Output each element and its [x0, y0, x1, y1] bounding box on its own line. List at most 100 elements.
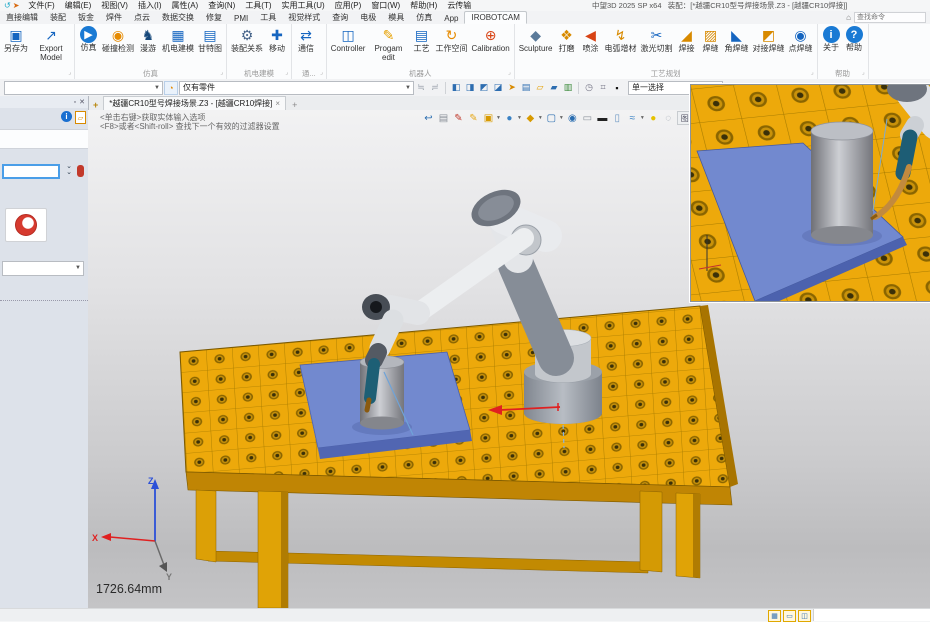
group-expand-icon[interactable]: ⌟ — [220, 68, 223, 78]
list-filter-icon[interactable]: ▤ — [520, 82, 532, 94]
spray-button[interactable]: ◀喷涂 — [579, 25, 603, 54]
chevron-down-icon[interactable]: ▼ — [538, 115, 543, 121]
cloud-view-icon[interactable]: ≈ — [626, 112, 639, 125]
face-filter-icon[interactable]: ◩ — [478, 82, 490, 94]
mic-icon[interactable] — [77, 165, 84, 177]
command-search-input[interactable] — [854, 12, 926, 23]
tab-weldment[interactable]: 焊件 — [100, 11, 128, 24]
snapshot-icon[interactable]: ▢ — [545, 112, 558, 125]
help-button[interactable]: ?帮助 — [843, 25, 866, 53]
menu-applications[interactable]: 应用(P) — [330, 0, 367, 11]
controller-button[interactable]: ◫Controller — [329, 25, 368, 54]
info-icon[interactable]: i — [61, 111, 72, 122]
edge-filter-icon[interactable]: ◨ — [464, 82, 476, 94]
vertex-filter-icon[interactable]: ◧ — [450, 82, 462, 94]
exit-icon[interactable]: ↩ — [422, 112, 435, 125]
export-model-button[interactable]: ↗Export Model — [30, 25, 72, 62]
close-icon[interactable]: × — [275, 99, 280, 108]
printer-icon[interactable]: ▤ — [437, 112, 450, 125]
part-filter-icon[interactable]: ◔ — [164, 81, 178, 95]
tab-direct-edit[interactable]: 直接编辑 — [0, 11, 44, 24]
panel-minimize-icon[interactable]: ▫ — [74, 99, 76, 106]
tab-repair[interactable]: 修复 — [200, 11, 228, 24]
welding-torch[interactable] — [367, 364, 374, 410]
new-document-icon[interactable]: + — [286, 100, 303, 110]
gantt-button[interactable]: ▤甘特图 — [196, 25, 224, 54]
tab-data-exchange[interactable]: 数据交换 — [156, 11, 200, 24]
tab-irobotcam[interactable]: IROBOTCAM — [464, 11, 526, 24]
calibration-button[interactable]: ⊕Calibration — [469, 25, 511, 54]
view-cube-icon[interactable]: ▣ — [482, 112, 495, 125]
simulate-button[interactable]: ▶仿真 — [77, 25, 100, 53]
pick-arrow-icon[interactable]: ➤ — [506, 82, 518, 94]
panel-dropdown[interactable]: ▼ — [2, 261, 84, 276]
tab-mold[interactable]: 模具 — [382, 11, 410, 24]
document-icon[interactable]: ▱ — [75, 111, 86, 124]
color-swatch-icon[interactable]: ▪ — [611, 82, 623, 94]
menu-utilities[interactable]: 实用工具(U) — [277, 0, 330, 11]
app-cursor-icon[interactable]: ➤ — [13, 1, 20, 11]
new-document-icon[interactable]: + — [88, 100, 103, 110]
pip-window[interactable] — [690, 84, 930, 302]
group-expand-icon[interactable]: ⌟ — [68, 68, 71, 78]
red-pen-icon[interactable]: ✎ — [452, 112, 465, 125]
body-filter-icon[interactable]: ◪ — [492, 82, 504, 94]
history-clock-icon[interactable]: ◷ — [583, 82, 595, 94]
communication-button[interactable]: ⇄通信 — [294, 25, 318, 54]
group-expand-icon[interactable]: ⌟ — [508, 68, 511, 78]
assembly-relation-button[interactable]: ⚙装配关系 — [229, 25, 265, 54]
tab-app[interactable]: App — [438, 13, 464, 24]
menu-tools[interactable]: 工具(T) — [240, 0, 276, 11]
spot-weld-button[interactable]: ◉点焊缝 — [787, 25, 815, 54]
menu-view[interactable]: 视图(V) — [96, 0, 133, 11]
sculpture-button[interactable]: ◆Sculpture — [517, 25, 555, 54]
panel-value-input[interactable] — [2, 164, 60, 179]
filter-combo[interactable]: 仅有零件▼ — [179, 81, 414, 95]
program-edit-button[interactable]: ✎Progam edit — [367, 25, 409, 62]
weld-button[interactable]: ◢焊接 — [675, 25, 699, 54]
chevron-down-icon[interactable]: ▼ — [640, 115, 645, 121]
home-icon[interactable]: ⌂ — [846, 13, 851, 22]
unlink-filter-icon[interactable]: ≓ — [429, 82, 441, 94]
mechatronics-button[interactable]: ▦机电建模 — [160, 25, 196, 54]
butt-weld-button[interactable]: ◩对接焊缝 — [751, 25, 787, 54]
clip-icon[interactable]: ⌗ — [597, 82, 609, 94]
weld-seam-button[interactable]: ▨焊缝 — [699, 25, 723, 54]
tab-electrode[interactable]: 电极 — [354, 11, 382, 24]
walkthrough-button[interactable]: ♞漫游 — [136, 25, 160, 54]
move-button[interactable]: ✚移动 — [265, 25, 289, 54]
database-icon[interactable]: ▥ — [562, 82, 574, 94]
tab-tools[interactable]: 工具 — [254, 11, 282, 24]
polish-button[interactable]: ❖打磨 — [555, 25, 579, 54]
compass-icon[interactable]: ◉ — [566, 112, 579, 125]
group-expand-icon[interactable]: ⌟ — [285, 68, 288, 78]
menu-inquire[interactable]: 查询(N) — [203, 0, 240, 11]
tab-pmi[interactable]: PMI — [228, 13, 254, 24]
tab-point-cloud[interactable]: 点云 — [128, 11, 156, 24]
menu-window[interactable]: 窗口(W) — [366, 0, 405, 11]
welding-table[interactable] — [180, 305, 738, 608]
display-style-icon[interactable]: ◆ — [524, 112, 537, 125]
bulb-icon[interactable]: ● — [647, 112, 660, 125]
chevron-expand-icon[interactable]: ⌄⌄ — [64, 164, 74, 180]
link-filter-icon[interactable]: ≒ — [415, 82, 427, 94]
tab-visual-style[interactable]: 视觉样式 — [282, 11, 326, 24]
black-screen-icon[interactable]: ▬ — [596, 112, 609, 125]
about-button[interactable]: i关于 — [820, 25, 843, 53]
menu-edit[interactable]: 编辑(E) — [60, 0, 97, 11]
chevron-down-icon[interactable]: ▼ — [559, 115, 564, 121]
monitor-toggle-icon[interactable]: ▭ — [783, 610, 796, 622]
process-button[interactable]: ▤工艺 — [409, 25, 433, 54]
menu-insert[interactable]: 插入(I) — [133, 0, 167, 11]
chevron-down-icon[interactable]: ▼ — [517, 115, 522, 121]
chevron-down-icon[interactable]: ▼ — [496, 115, 501, 121]
group-expand-icon[interactable]: ⌟ — [862, 68, 865, 78]
group-expand-icon[interactable]: ⌟ — [320, 68, 323, 78]
group-expand-icon[interactable]: ⌟ — [811, 68, 814, 78]
red-logo-button[interactable] — [5, 208, 47, 242]
shade-mode-icon[interactable]: ● — [503, 112, 516, 125]
laser-cut-button[interactable]: ✂激光切割 — [639, 25, 675, 54]
panel-close-icon[interactable]: ✕ — [79, 98, 85, 106]
folder-export-icon[interactable]: ▱ — [534, 82, 546, 94]
menu-attributes[interactable]: 属性(A) — [167, 0, 204, 11]
